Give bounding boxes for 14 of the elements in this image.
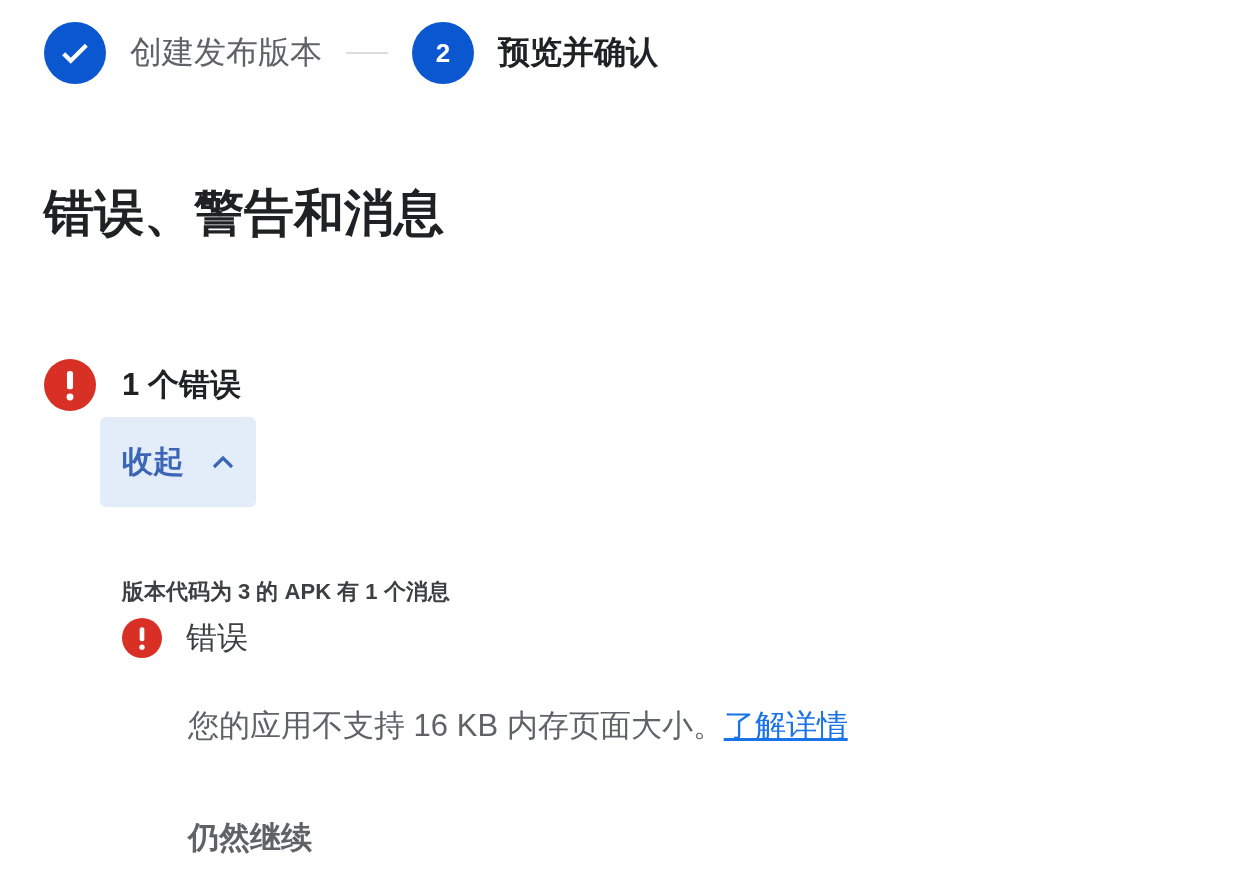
error-icon [122, 618, 162, 658]
page-heading: 错误、警告和消息 [44, 184, 445, 243]
error-icon [44, 359, 96, 411]
step-label: 创建发布版本 [130, 33, 322, 72]
apk-summary: 版本代码为 3 的 APK 有 1 个消息 [122, 578, 451, 606]
step-number: 2 [412, 22, 474, 84]
error-count: 1 个错误 [122, 366, 241, 404]
message-text: 您的应用不支持 16 KB 内存页面大小。了解详情 [188, 707, 849, 745]
severity-label: 错误 [186, 619, 248, 657]
step-label: 预览并确认 [498, 33, 658, 72]
collapse-button[interactable]: 收起 [100, 417, 256, 507]
learn-more-link[interactable]: 了解详情 [723, 708, 848, 743]
continue-button[interactable]: 仍然继续 [188, 817, 312, 859]
caret-icon [212, 455, 234, 469]
